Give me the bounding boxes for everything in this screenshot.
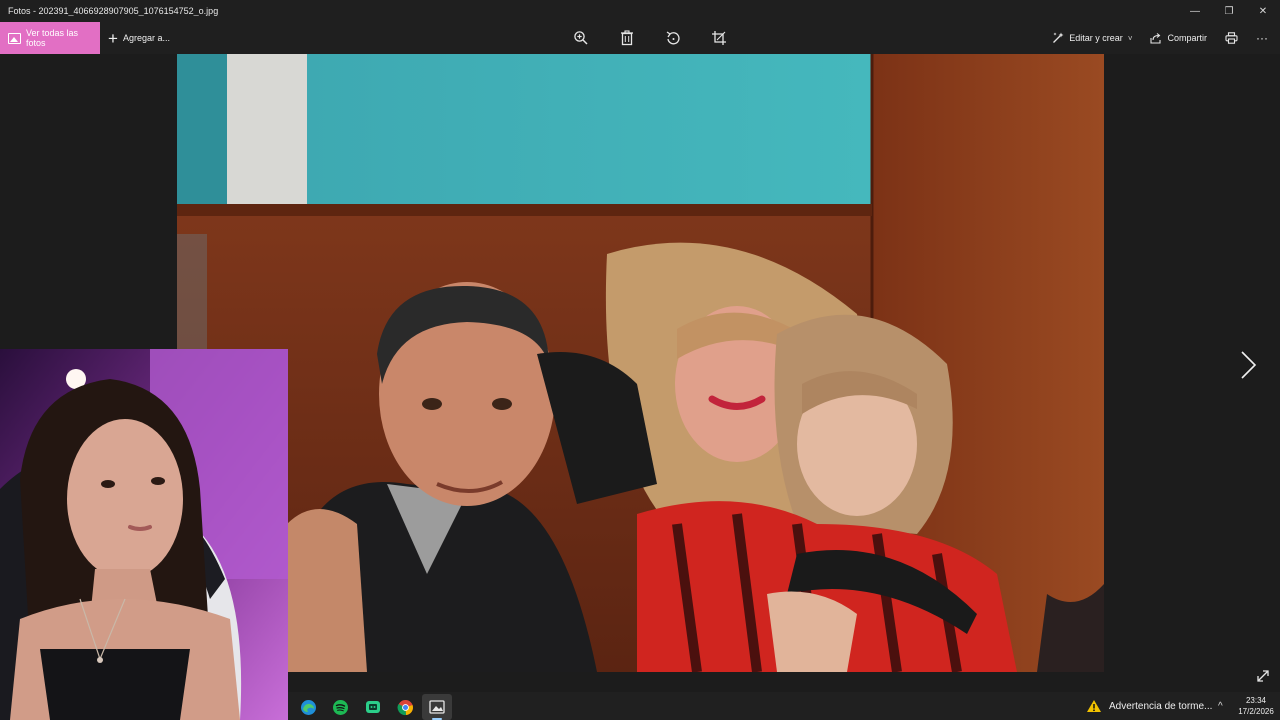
photos-toolbar: Ver todas las fotos + Agregar a... Edita… <box>0 22 1280 54</box>
share-icon <box>1150 33 1162 44</box>
group-photo <box>177 54 1104 672</box>
app-icon <box>366 701 380 713</box>
photo-icon <box>8 32 21 44</box>
show-hidden-icons-button[interactable]: ^ <box>1218 692 1223 720</box>
add-to-button[interactable]: + Agregar a... <box>108 22 170 54</box>
rotate-button[interactable] <box>650 22 696 54</box>
edit-sparkle-icon <box>1053 32 1064 43</box>
print-button[interactable] <box>1216 22 1247 54</box>
chevron-down-icon: ˅ <box>1127 33 1133 43</box>
crop-icon <box>712 31 726 45</box>
center-tools <box>558 22 742 54</box>
title-bar: Fotos - 202391_4066928907905_1076154752_… <box>0 0 1280 22</box>
photos-app-icon <box>429 700 445 714</box>
window-title: Fotos - 202391_4066928907905_1076154752_… <box>8 6 219 16</box>
zoom-in-icon <box>574 31 588 45</box>
chrome-icon <box>397 699 413 715</box>
rotate-icon <box>666 31 680 45</box>
edge-taskbar-button[interactable] <box>293 694 323 720</box>
photo-canvas[interactable] <box>177 54 1104 672</box>
crop-button[interactable] <box>696 22 742 54</box>
taskbar-clock[interactable]: 23:34 17/2/2026 <box>1234 695 1278 717</box>
clock-time: 23:34 <box>1245 696 1267 705</box>
right-tools: Editar y crear ˅ Compartir ··· <box>1043 22 1280 54</box>
fullscreen-icon[interactable] <box>1256 669 1270 683</box>
clock-date: 17/2/2026 <box>1238 707 1274 716</box>
maximize-button[interactable]: ❐ <box>1212 0 1246 22</box>
spotify-taskbar-button[interactable] <box>325 694 355 720</box>
edit-create-label: Editar y crear <box>1069 33 1123 43</box>
share-button[interactable]: Compartir <box>1141 22 1216 54</box>
delete-button[interactable] <box>604 22 650 54</box>
webcam-overlay <box>0 349 288 720</box>
printer-icon <box>1225 32 1238 44</box>
spotify-icon <box>332 699 348 715</box>
add-to-label: Agregar a... <box>122 33 170 43</box>
chrome-taskbar-button[interactable] <box>390 694 420 720</box>
weather-alert[interactable]: Advertencia de torme... <box>1086 692 1212 720</box>
view-all-photos-label: Ver todas las fotos <box>26 28 79 48</box>
next-photo-arrow-icon[interactable] <box>1238 350 1258 380</box>
streamer-camera-feed <box>0 349 288 720</box>
close-button[interactable]: ✕ <box>1246 0 1280 22</box>
plus-icon: + <box>108 28 118 48</box>
zoom-button[interactable] <box>558 22 604 54</box>
view-all-photos-button[interactable]: Ver todas las fotos <box>0 22 100 54</box>
edit-create-button[interactable]: Editar y crear ˅ <box>1043 22 1141 54</box>
more-options-button[interactable]: ··· <box>1247 22 1280 54</box>
taskbar: Advertencia de torme... ^ 23:34 17/2/202… <box>288 692 1280 720</box>
warning-icon <box>1087 700 1101 712</box>
photos-taskbar-button[interactable] <box>422 694 452 720</box>
app-taskbar-button[interactable] <box>358 694 388 720</box>
trash-icon <box>621 30 633 46</box>
weather-alert-text: Advertencia de torme... <box>1109 700 1213 712</box>
minimize-button[interactable]: — <box>1178 0 1212 22</box>
edge-icon <box>300 699 316 715</box>
share-label: Compartir <box>1167 33 1207 43</box>
